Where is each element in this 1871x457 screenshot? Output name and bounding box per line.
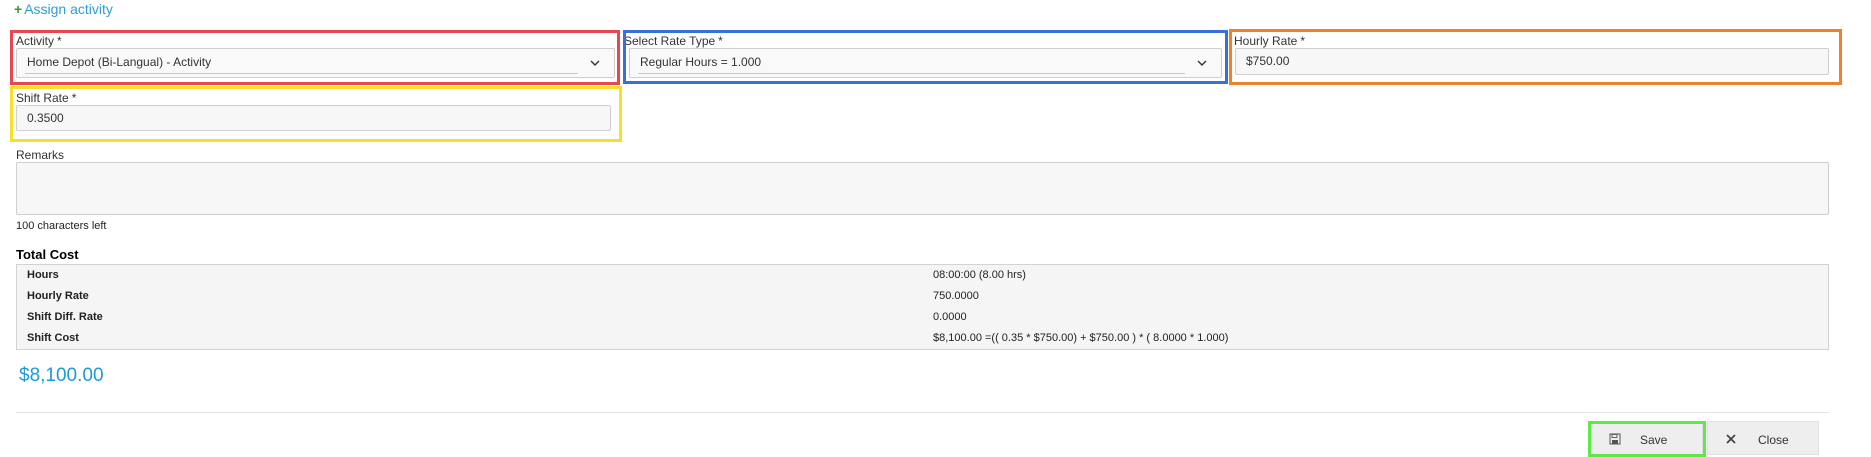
cost-row-key: Shift Cost <box>27 332 79 344</box>
select-underline <box>25 73 578 74</box>
assign-activity-label: Assign activity <box>24 1 113 17</box>
chevron-down-icon <box>1197 60 1207 66</box>
cost-row-shift-cost: Shift Cost $8,100.00 =(( 0.35 * $750.00)… <box>17 328 1828 349</box>
cost-row-value: 08:00:00 (8.00 hrs) <box>933 269 1026 281</box>
total-cost-table: Hours 08:00:00 (8.00 hrs) Hourly Rate 75… <box>16 264 1829 350</box>
rate-type-label-text: Select Rate Type <box>624 34 716 48</box>
save-button-label: Save <box>1640 433 1668 447</box>
cost-row-value: 750.0000 <box>933 290 979 302</box>
close-button-label: Close <box>1758 433 1789 447</box>
required-marker: * <box>71 91 77 105</box>
activity-label-text: Activity <box>16 34 55 48</box>
remarks-chars-left: 100 characters left <box>16 220 107 232</box>
cost-row-hourly-rate: Hourly Rate 750.0000 <box>17 286 1828 307</box>
activity-select[interactable]: Home Depot (Bi-Langual) - Activity <box>16 48 615 78</box>
hourly-rate-label: Hourly Rate * <box>1234 34 1305 48</box>
close-button[interactable]: Close <box>1707 421 1819 455</box>
cost-row-key: Shift Diff. Rate <box>27 311 103 323</box>
rate-type-label: Select Rate Type * <box>624 34 723 48</box>
shift-rate-input[interactable]: 0.3500 <box>16 105 611 131</box>
rate-type-select-value: Regular Hours = 1.000 <box>640 55 762 69</box>
remarks-textarea[interactable] <box>16 162 1829 215</box>
required-marker: * <box>1300 34 1306 48</box>
shift-rate-label: Shift Rate * <box>16 91 76 105</box>
chevron-down-icon <box>590 60 600 66</box>
shift-rate-label-text: Shift Rate <box>16 91 69 105</box>
assign-activity-link[interactable]: + Assign activity <box>14 1 113 17</box>
required-marker: * <box>718 34 723 48</box>
hourly-rate-value: $750.00 <box>1246 54 1290 68</box>
save-button[interactable]: Save <box>1591 423 1703 455</box>
cost-row-key: Hours <box>27 269 59 281</box>
hourly-rate-input[interactable]: $750.00 <box>1235 48 1829 75</box>
cost-row-shift-diff-rate: Shift Diff. Rate 0.0000 <box>17 307 1828 328</box>
select-underline <box>638 73 1185 74</box>
hourly-rate-label-text: Hourly Rate <box>1234 34 1298 48</box>
floppy-disk-icon <box>1609 433 1621 445</box>
required-marker: * <box>57 34 62 48</box>
total-cost-amount: $8,100.00 <box>19 365 104 386</box>
activity-label: Activity * <box>16 34 62 48</box>
shift-rate-value: 0.3500 <box>27 111 64 125</box>
x-icon <box>1726 434 1736 444</box>
plus-icon: + <box>14 1 23 17</box>
cost-row-key: Hourly Rate <box>27 290 89 302</box>
cost-row-value: $8,100.00 =(( 0.35 * $750.00) + $750.00 … <box>933 332 1229 344</box>
rate-type-select[interactable]: Regular Hours = 1.000 <box>629 48 1222 78</box>
footer-divider <box>16 412 1829 413</box>
cost-row-value: 0.0000 <box>933 311 967 323</box>
activity-select-value: Home Depot (Bi-Langual) - Activity <box>27 55 212 69</box>
remarks-label: Remarks <box>16 148 65 162</box>
total-cost-title: Total Cost <box>16 247 79 262</box>
cost-row-hours: Hours 08:00:00 (8.00 hrs) <box>17 265 1828 286</box>
